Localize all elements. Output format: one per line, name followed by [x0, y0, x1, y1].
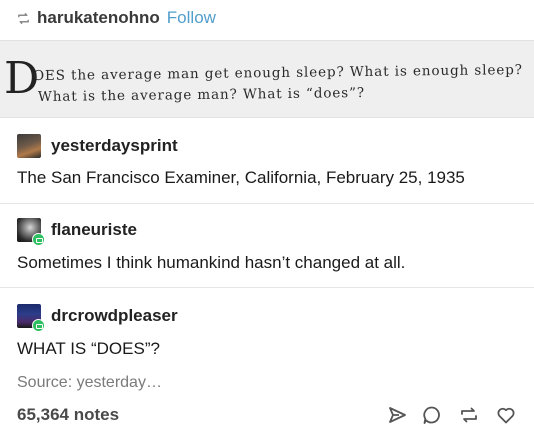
trail-text: Sometimes I think humankind hasn’t chang… [17, 253, 406, 272]
avatar[interactable] [17, 304, 45, 332]
divider [0, 203, 534, 204]
source-link[interactable]: Source: yesterday… [17, 374, 162, 392]
avatar[interactable] [17, 134, 41, 158]
trail-username[interactable]: drcrowdpleaser [51, 306, 178, 326]
follow-button[interactable]: Follow [167, 8, 216, 28]
clipping-line-2: What is the average man? What is “does”? [37, 85, 366, 105]
reblog-icon[interactable] [458, 404, 480, 426]
divider [0, 287, 534, 288]
post-actions [0, 404, 534, 428]
like-icon[interactable] [495, 404, 517, 426]
clipping-line-1: OES the average man get enough sleep? Wh… [32, 62, 523, 84]
trail-username[interactable]: yesterdaysprint [51, 136, 178, 156]
post-header: harukatenohno Follow [16, 7, 216, 29]
share-icon[interactable] [386, 404, 408, 426]
header-username[interactable]: harukatenohno [37, 8, 160, 28]
newspaper-clipping-image[interactable]: D OES the average man get enough sleep? … [0, 40, 534, 118]
reblog-icon [18, 12, 29, 24]
trail-text: WHAT IS “DOES”? [17, 339, 160, 358]
avatar[interactable] [17, 218, 45, 246]
post-card: harukatenohno Follow D OES the average m… [0, 0, 534, 430]
status-badge-icon [32, 319, 45, 332]
trail-username[interactable]: flaneuriste [51, 220, 137, 240]
status-badge-icon [32, 233, 45, 246]
trail-text: The San Francisco Examiner, California, … [17, 168, 465, 187]
comment-icon[interactable] [421, 404, 443, 426]
